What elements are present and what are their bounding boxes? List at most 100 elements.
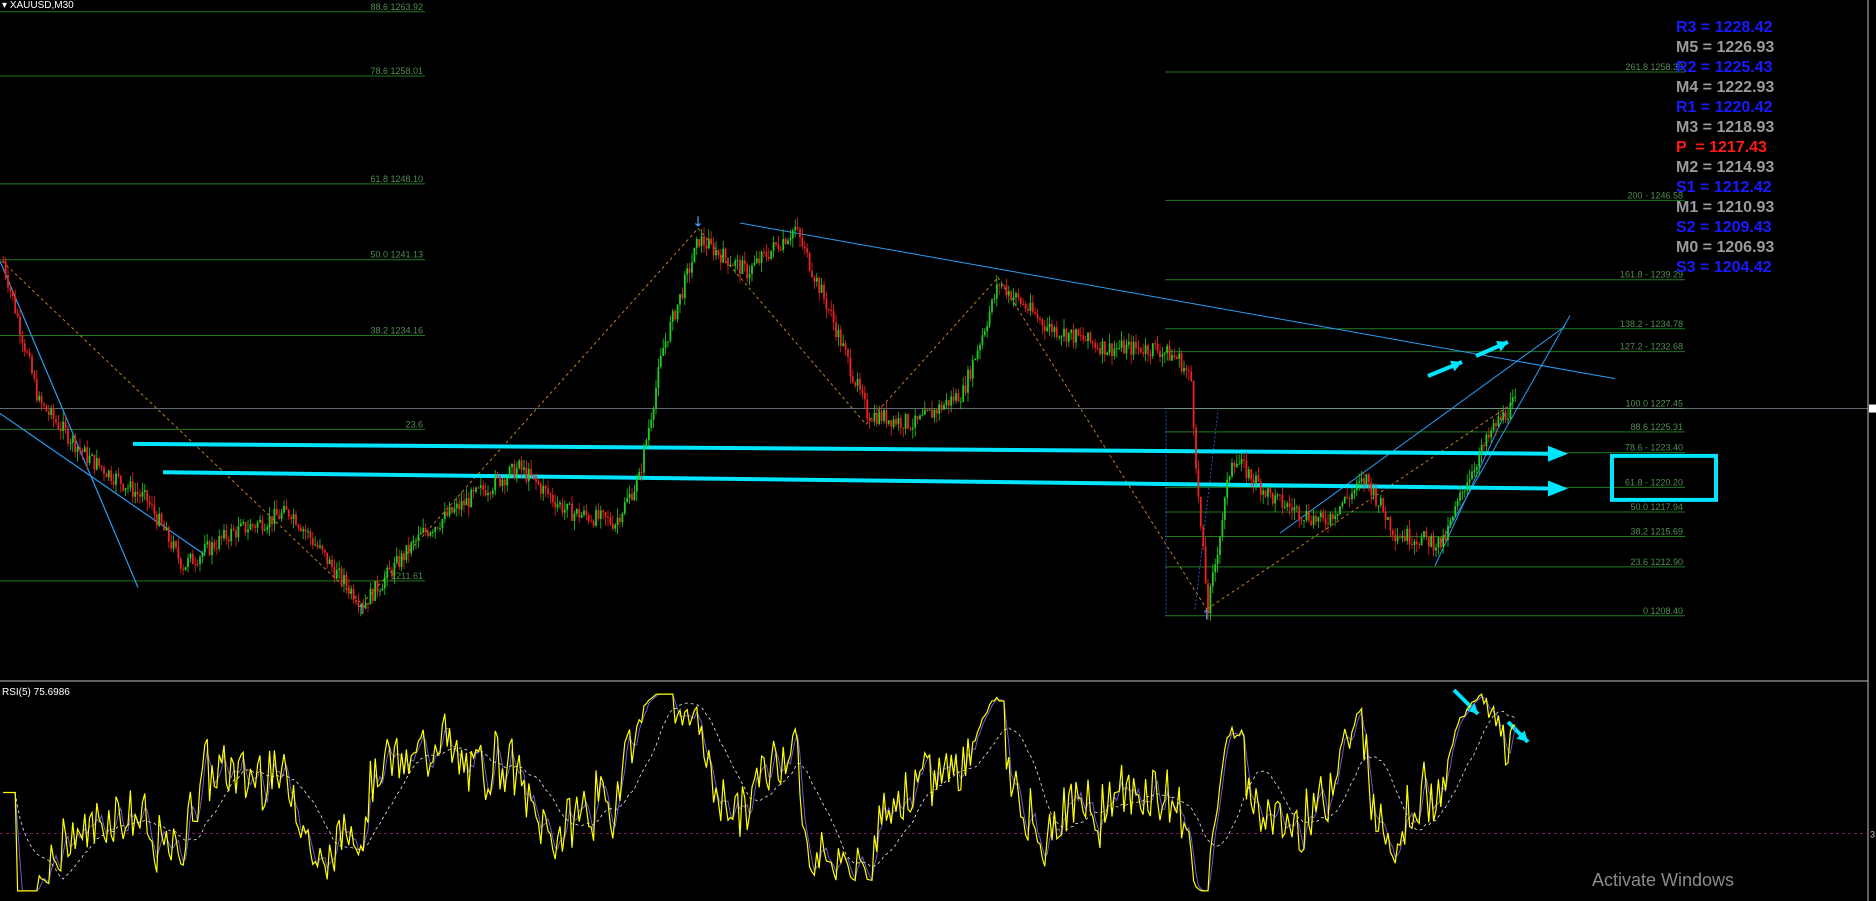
- zigzag-segment: [1206, 402, 1515, 610]
- candle-body: [883, 410, 885, 421]
- pivot-label: S1: [1676, 179, 1696, 196]
- candle-body: [1151, 343, 1154, 357]
- pivot-label: R3: [1676, 19, 1697, 36]
- candle-body: [556, 504, 559, 508]
- candle-body: [220, 536, 223, 539]
- fib-left-label: 38.2 1234.16: [370, 326, 423, 336]
- candle-body: [1269, 488, 1272, 494]
- candle-body: [271, 516, 273, 525]
- candle-body: [597, 509, 600, 519]
- candle-body: [314, 544, 317, 546]
- candle-body: [1382, 498, 1385, 512]
- candle-body: [563, 509, 566, 513]
- candle-body: [1255, 475, 1257, 484]
- candle-body: [993, 298, 996, 300]
- candle-body: [1487, 434, 1490, 438]
- candle-body: [964, 385, 967, 393]
- candle-body: [895, 419, 897, 425]
- candle-body: [232, 528, 235, 531]
- candle-body: [122, 483, 125, 491]
- candle-body: [441, 519, 444, 528]
- candle-body: [1413, 541, 1416, 545]
- candle-body: [434, 527, 437, 532]
- candle-body: [1507, 419, 1509, 421]
- candle-body: [273, 508, 276, 525]
- candle-body: [1192, 381, 1195, 428]
- candle-body: [127, 487, 129, 489]
- candle-body: [9, 287, 12, 291]
- candle-body: [211, 542, 213, 556]
- candle-body: [88, 455, 91, 463]
- current-price-marker: [1869, 404, 1876, 413]
- candle-body: [1367, 474, 1370, 483]
- candle-body: [194, 564, 197, 566]
- candle-body: [652, 408, 655, 420]
- pivot-label: M0: [1676, 239, 1699, 256]
- pivot-label: P: [1676, 139, 1691, 156]
- candle-body: [791, 230, 794, 239]
- candle-body: [674, 311, 677, 320]
- candle-body: [1103, 341, 1106, 355]
- candle-body: [259, 519, 261, 523]
- candle-body: [1149, 354, 1152, 357]
- candle-body: [1439, 537, 1442, 548]
- pivot-value: = 1217.43: [1690, 139, 1767, 156]
- candle-body: [1490, 430, 1493, 438]
- candle-body: [381, 588, 384, 591]
- candle-body: [460, 500, 463, 510]
- candle-body: [249, 524, 252, 530]
- rising-channel-outer: [1439, 315, 1571, 545]
- candle-body: [933, 409, 936, 418]
- candle-body: [1216, 554, 1219, 565]
- candle-body: [93, 454, 96, 470]
- candle-body: [64, 421, 67, 429]
- candle-body: [347, 586, 350, 594]
- candle-body: [1300, 519, 1303, 521]
- candle-body: [146, 490, 149, 502]
- candle-body: [784, 238, 787, 245]
- candle-body: [1082, 335, 1085, 340]
- candle-body: [1243, 459, 1245, 461]
- candle-body: [367, 602, 369, 605]
- pivot-label: M3: [1676, 119, 1699, 136]
- candle-body: [859, 378, 861, 390]
- candle-body: [1180, 353, 1183, 372]
- candle-body: [1185, 368, 1188, 371]
- channel-line-upper: [0, 260, 139, 588]
- candle-body: [343, 575, 345, 585]
- candle-body: [227, 539, 230, 542]
- candle-body: [638, 472, 641, 479]
- candle-body: [1072, 329, 1075, 343]
- candle-body: [1041, 319, 1044, 326]
- candle-body: [16, 312, 19, 317]
- candle-body: [455, 503, 458, 509]
- candle-body: [815, 277, 818, 282]
- candle-body: [1144, 345, 1147, 354]
- candle-body: [691, 262, 693, 273]
- candle-body: [155, 514, 158, 526]
- candle-body: [539, 484, 542, 494]
- candle-body: [1319, 512, 1322, 518]
- pivot-value: = 1222.93: [1698, 79, 1775, 96]
- candle-body: [559, 502, 561, 505]
- candle-body: [803, 246, 806, 249]
- candle-body: [1043, 325, 1046, 331]
- candle-body: [583, 510, 585, 515]
- candle-body: [1485, 434, 1488, 447]
- candle-body: [1264, 490, 1267, 497]
- candle-body: [890, 420, 893, 427]
- candle-body: [1125, 344, 1128, 354]
- candle-body: [100, 465, 103, 468]
- candle-body: [1408, 528, 1411, 545]
- candle-body: [254, 525, 257, 528]
- candle-body: [1079, 335, 1082, 337]
- candle-body: [184, 567, 187, 571]
- candle-body: [513, 463, 516, 479]
- candle-body: [518, 460, 521, 468]
- candle-body: [1012, 297, 1015, 301]
- candle-body: [1130, 341, 1133, 355]
- candle-body: [307, 531, 309, 533]
- fib-right-label: 261.8 1258.38: [1625, 62, 1683, 72]
- candle-body: [463, 500, 465, 506]
- candle-body: [571, 503, 573, 521]
